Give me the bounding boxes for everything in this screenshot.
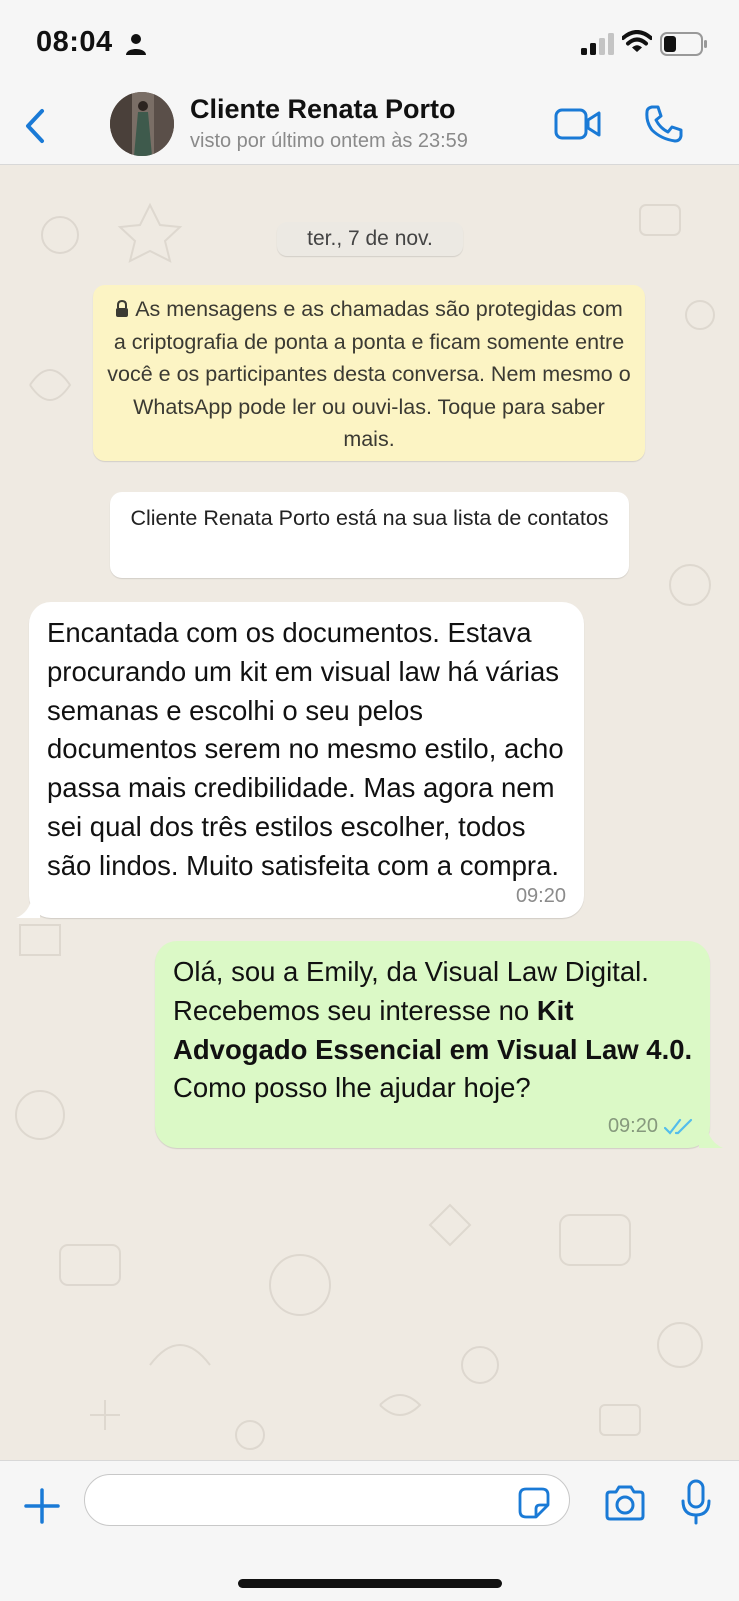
outgoing-message[interactable]: Olá, sou a Emily, da Visual Law Digital.…	[155, 941, 723, 1148]
last-seen-status: visto por último ontem às 23:59	[190, 130, 468, 152]
microphone-icon[interactable]	[680, 1479, 712, 1525]
incoming-message[interactable]: Encantada com os documentos. Estava proc…	[16, 602, 584, 918]
message-text-part: Olá, sou a Emily, da Visual Law Digital.…	[173, 956, 649, 1026]
home-indicator	[238, 1579, 502, 1588]
chat-area[interactable]: ter., 7 de nov. As mensagens e as chamad…	[0, 165, 739, 1460]
wifi-icon	[622, 30, 652, 52]
battery-icon	[660, 32, 707, 56]
sticker-icon[interactable]	[518, 1487, 550, 1519]
camera-icon[interactable]	[604, 1485, 646, 1521]
contact-avatar[interactable]	[110, 92, 174, 156]
contact-name[interactable]: Cliente Renata Porto	[190, 94, 456, 125]
chat-header: Cliente Renata Porto visto por último on…	[0, 88, 739, 165]
status-bar: 08:04	[0, 0, 739, 88]
message-time: 09:20	[607, 1115, 658, 1137]
plus-icon[interactable]	[24, 1488, 60, 1524]
double-check-icon	[664, 1118, 693, 1135]
video-camera-icon[interactable]	[554, 106, 602, 142]
message-text: Encantada com os documentos. Estava proc…	[47, 617, 564, 881]
bubble-tail	[16, 896, 40, 918]
phone-icon[interactable]	[644, 104, 684, 144]
message-time: 09:20	[515, 885, 566, 907]
message-text-part: Como posso lhe ajudar hoje?	[173, 1072, 531, 1104]
lock-icon	[116, 300, 129, 317]
message-input-bar	[0, 1460, 739, 1601]
message-text: Olá, sou a Emily, da Visual Law Digital.…	[173, 953, 698, 1108]
date-separator: ter., 7 de nov.	[277, 222, 463, 256]
encryption-notice[interactable]: As mensagens e as chamadas são protegida…	[93, 285, 645, 461]
cellular-signal-icon	[581, 33, 614, 55]
status-time: 08:04	[36, 26, 113, 58]
message-input[interactable]	[84, 1474, 570, 1526]
contact-list-notice: Cliente Renata Porto está na sua lista d…	[110, 492, 629, 578]
bubble-tail	[699, 1126, 723, 1148]
chevron-left-icon[interactable]	[20, 106, 50, 146]
encryption-notice-text: As mensagens e as chamadas são protegida…	[107, 297, 631, 451]
person-icon	[126, 34, 146, 55]
